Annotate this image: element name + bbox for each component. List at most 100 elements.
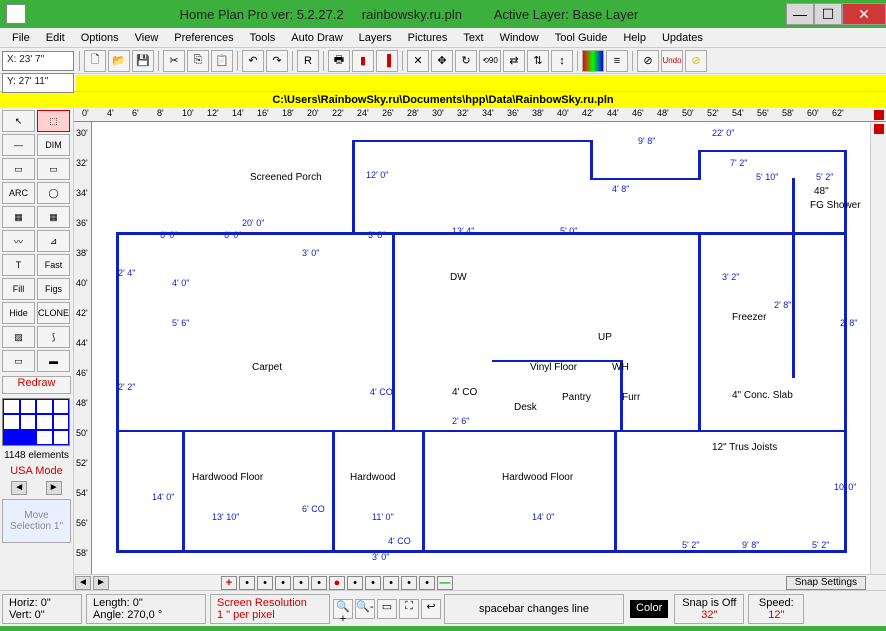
redraw-icon[interactable]: R (297, 50, 319, 72)
door-icon[interactable]: ▮ (352, 50, 374, 72)
wall-icon[interactable]: ▐ (376, 50, 398, 72)
save-icon[interactable]: 💾 (132, 50, 154, 72)
zoom-in-icon[interactable]: 🔍+ (333, 599, 353, 619)
copy-icon[interactable]: ⎘ (187, 50, 209, 72)
tool-7[interactable]: ◯ (37, 182, 70, 204)
palette-icon[interactable] (582, 50, 604, 72)
left-arrow-icon[interactable]: ◄ (11, 481, 27, 495)
tool-13[interactable]: Fast (37, 254, 70, 276)
menu-auto-draw[interactable]: Auto Draw (283, 30, 350, 46)
layer-dot[interactable]: • (347, 576, 363, 590)
snap-settings-button[interactable]: Snap Settings (786, 576, 866, 590)
lines-icon[interactable]: ≡ (606, 50, 628, 72)
redo-icon[interactable]: ↷ (266, 50, 288, 72)
tool-20[interactable]: ▭ (2, 350, 35, 372)
floorplan-label: 4' 0" (172, 278, 189, 288)
tool-0[interactable]: ↖ (2, 110, 35, 132)
tool-2[interactable]: — (2, 134, 35, 156)
redraw-button[interactable]: Redraw (2, 376, 71, 394)
layer-dot[interactable]: + (221, 576, 237, 590)
erase-icon[interactable]: ✕ (407, 50, 429, 72)
layer-dot[interactable]: ● (329, 576, 345, 590)
tool-15[interactable]: Figs (37, 278, 70, 300)
zoom-out-icon[interactable]: 🔍- (355, 599, 375, 619)
tool-19[interactable]: ⟆ (37, 326, 70, 348)
menu-file[interactable]: File (4, 30, 38, 46)
tool-18[interactable]: ▨ (2, 326, 35, 348)
menu-pictures[interactable]: Pictures (400, 30, 456, 46)
tool-1[interactable]: ⬚ (37, 110, 70, 132)
menu-tools[interactable]: Tools (242, 30, 284, 46)
redact-icon[interactable]: ⊘ (637, 50, 659, 72)
menu-window[interactable]: Window (492, 30, 547, 46)
layer-dot[interactable]: • (365, 576, 381, 590)
undo2-icon[interactable]: Undo (661, 50, 683, 72)
tool-10[interactable]: 〰 (2, 230, 35, 252)
layer-dot[interactable]: — (437, 576, 453, 590)
scale-icon[interactable]: ↕ (551, 50, 573, 72)
menu-text[interactable]: Text (455, 30, 491, 46)
move-icon[interactable]: ✥ (431, 50, 453, 72)
vertical-scrollbar[interactable] (870, 122, 886, 574)
layer-dot[interactable]: • (401, 576, 417, 590)
scroll-right-icon[interactable]: ► (93, 576, 109, 590)
wall-line (392, 232, 395, 432)
zoom-fit-icon[interactable]: ⛶ (399, 599, 419, 619)
open-icon[interactable]: 📂 (108, 50, 130, 72)
menu-options[interactable]: Options (73, 30, 127, 46)
close-button[interactable]: ✕ (842, 3, 886, 25)
tool-6[interactable]: ARC (2, 182, 35, 204)
layer-dot[interactable]: • (383, 576, 399, 590)
floorplan-canvas[interactable]: Screened PorchCarpet4' COVinyl FloorDesk… (92, 122, 870, 574)
tool-11[interactable]: ⊿ (37, 230, 70, 252)
undo-icon[interactable]: ↶ (242, 50, 264, 72)
tool-14[interactable]: Fill (2, 278, 35, 300)
zoom-prev-icon[interactable]: ↩ (421, 599, 441, 619)
rotate90-icon[interactable]: ⟲90 (479, 50, 501, 72)
cut-icon[interactable]: ✂ (163, 50, 185, 72)
floorplan-label: 6' 0" (160, 230, 177, 240)
menu-layers[interactable]: Layers (351, 30, 400, 46)
layer-dot[interactable]: • (275, 576, 291, 590)
minimize-button[interactable]: — (786, 3, 814, 25)
stop-icon[interactable]: ⊘ (685, 50, 707, 72)
flip-icon[interactable]: ⇄ (503, 50, 525, 72)
tool-16[interactable]: Hide (2, 302, 35, 324)
scroll-left-icon[interactable]: ◄ (75, 576, 91, 590)
tool-5[interactable]: ▭ (37, 158, 70, 180)
menu-tool-guide[interactable]: Tool Guide (547, 30, 616, 46)
layer-dot[interactable]: • (311, 576, 327, 590)
zoom-window-icon[interactable]: ▭ (377, 599, 397, 619)
floorplan-label: Freezer (732, 312, 766, 323)
right-arrow-icon[interactable]: ► (46, 481, 62, 495)
tool-17[interactable]: CLONE (37, 302, 70, 324)
pattern-picker[interactable] (2, 398, 70, 446)
hruler-tick: 24' (357, 108, 369, 118)
layer-dot[interactable]: • (257, 576, 273, 590)
menu-preferences[interactable]: Preferences (166, 30, 241, 46)
horizontal-scrollbar[interactable]: ◄ ► + • • • • • ● • • • • • — Snap Setti… (74, 574, 886, 590)
print-icon[interactable]: 🖶 (328, 50, 350, 72)
menu-view[interactable]: View (127, 30, 167, 46)
tool-4[interactable]: ▭ (2, 158, 35, 180)
new-icon[interactable]: 🗋 (84, 50, 106, 72)
menu-updates[interactable]: Updates (654, 30, 711, 46)
menu-help[interactable]: Help (615, 30, 654, 46)
layer-dot[interactable]: • (419, 576, 435, 590)
tool-9[interactable]: ▦ (37, 206, 70, 228)
tool-8[interactable]: ▦ (2, 206, 35, 228)
tool-21[interactable]: ▬ (37, 350, 70, 372)
tool-3[interactable]: DIM (37, 134, 70, 156)
color-button[interactable]: Color (630, 600, 668, 618)
hruler-tick: 28' (407, 108, 419, 118)
layer-dot[interactable]: • (239, 576, 255, 590)
status-hint: spacebar changes line (444, 594, 624, 624)
layer-dot[interactable]: • (293, 576, 309, 590)
rotate-icon[interactable]: ↻ (455, 50, 477, 72)
menu-edit[interactable]: Edit (38, 30, 73, 46)
coord-row: Y: 27' 11" (0, 74, 886, 92)
maximize-button[interactable]: ☐ (814, 3, 842, 25)
tool-12[interactable]: T (2, 254, 35, 276)
paste-icon[interactable]: 📋 (211, 50, 233, 72)
mirror-icon[interactable]: ⇅ (527, 50, 549, 72)
